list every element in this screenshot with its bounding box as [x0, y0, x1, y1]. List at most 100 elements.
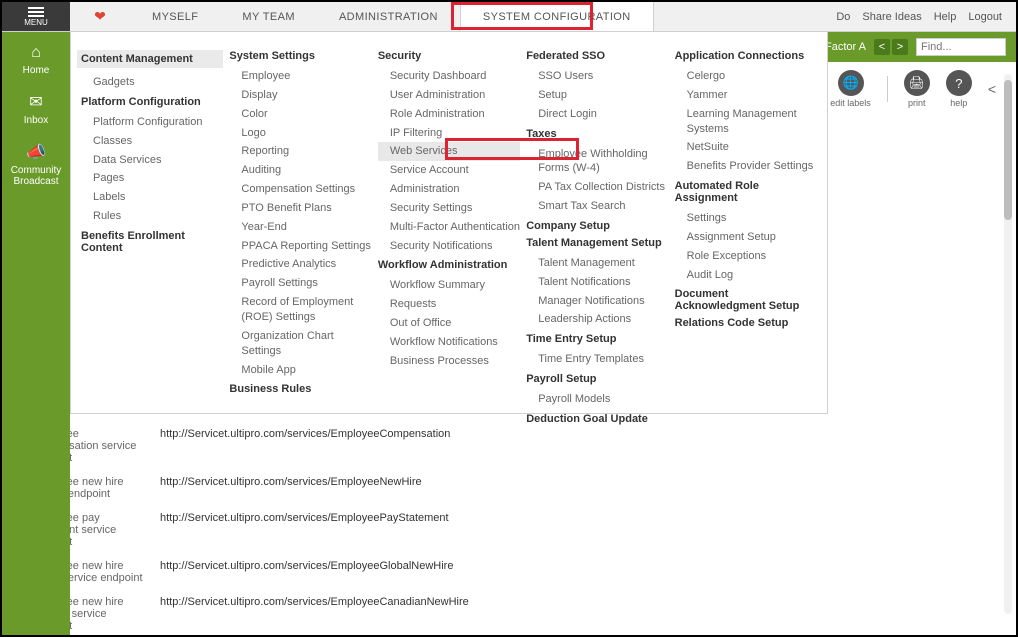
itm-talent-management[interactable]: Talent Management [526, 254, 668, 273]
sidebar-inbox[interactable]: ✉ Inbox [20, 92, 52, 126]
itm-talent-notifications[interactable]: Talent Notifications [526, 273, 668, 292]
itm-security-dashboard[interactable]: Security Dashboard [378, 67, 520, 86]
itm-netsuite[interactable]: NetSuite [675, 138, 817, 157]
print-button[interactable]: 🖨 print [904, 70, 930, 108]
itm-ip-filtering[interactable]: IP Filtering [378, 124, 520, 143]
itm-sso-users[interactable]: SSO Users [526, 67, 668, 86]
itm-platform-configuration[interactable]: Platform Configuration [81, 113, 223, 132]
link-help[interactable]: Help [934, 11, 957, 23]
edit-labels-button[interactable]: 🌐 edit labels [830, 70, 871, 108]
pager-next[interactable]: > [892, 39, 908, 55]
itm-color[interactable]: Color [229, 105, 371, 124]
itm-direct-login[interactable]: Direct Login [526, 105, 668, 124]
grp-content-management[interactable]: Content Management [77, 50, 223, 68]
sidebar-home[interactable]: ⌂ Home [19, 44, 54, 76]
itm-web-services[interactable]: Web Services [378, 142, 520, 161]
itm-administration[interactable]: Administration [378, 180, 520, 199]
grp-taxes[interactable]: Taxes [526, 128, 668, 140]
itm-pa-tax[interactable]: PA Tax Collection Districts [526, 178, 668, 197]
favorites-tab[interactable]: ❤ [70, 2, 130, 31]
grp-security[interactable]: Security [378, 50, 520, 62]
grp-company-setup[interactable]: Company Setup [526, 220, 668, 232]
menu-button[interactable]: MENU [2, 2, 70, 31]
itm-data-services[interactable]: Data Services [81, 151, 223, 170]
itm-smart-tax[interactable]: Smart Tax Search [526, 197, 668, 216]
itm-requests[interactable]: Requests [378, 295, 520, 314]
itm-celergo[interactable]: Celergo [675, 67, 817, 86]
itm-rules[interactable]: Rules [81, 207, 223, 226]
itm-role-administration[interactable]: Role Administration [378, 105, 520, 124]
grp-workflow-admin[interactable]: Workflow Administration [378, 259, 520, 271]
itm-role-exceptions[interactable]: Role Exceptions [675, 247, 817, 266]
grp-deduction-goal[interactable]: Deduction Goal Update [526, 413, 668, 425]
link-share-ideas[interactable]: Share Ideas [862, 11, 921, 23]
itm-auditing[interactable]: Auditing [229, 161, 371, 180]
itm-predictive-analytics[interactable]: Predictive Analytics [229, 255, 371, 274]
itm-security-settings[interactable]: Security Settings [378, 199, 520, 218]
grp-app-connections[interactable]: Application Connections [675, 50, 817, 62]
itm-service-account[interactable]: Service Account [378, 161, 520, 180]
itm-year-end[interactable]: Year-End [229, 218, 371, 237]
grp-benefits-enrollment[interactable]: Benefits Enrollment Content [81, 230, 223, 254]
itm-audit-log[interactable]: Audit Log [675, 266, 817, 285]
itm-pages[interactable]: Pages [81, 169, 223, 188]
itm-user-administration[interactable]: User Administration [378, 86, 520, 105]
itm-reporting[interactable]: Reporting [229, 142, 371, 161]
itm-business-processes[interactable]: Business Processes [378, 352, 520, 371]
itm-pto-plans[interactable]: PTO Benefit Plans [229, 199, 371, 218]
itm-workflow-notifications[interactable]: Workflow Notifications [378, 333, 520, 352]
vertical-scrollbar[interactable] [1004, 74, 1012, 614]
itm-benefits-provider[interactable]: Benefits Provider Settings [675, 157, 817, 176]
itm-logo[interactable]: Logo [229, 124, 371, 143]
itm-mfa[interactable]: Multi-Factor Authentication [378, 218, 520, 237]
itm-assignment-setup[interactable]: Assignment Setup [675, 228, 817, 247]
tab-myself[interactable]: MYSELF [130, 2, 220, 31]
itm-roe-settings[interactable]: Record of Employment (ROE) Settings [229, 293, 371, 327]
grp-platform-configuration[interactable]: Platform Configuration [81, 96, 223, 108]
sidebar-community-broadcast[interactable]: 📣 Community Broadcast [2, 142, 70, 187]
grp-doc-ack-setup[interactable]: Document Acknowledgment Setup [675, 288, 817, 312]
table-row: Employee pay statement service endpointh… [22, 506, 996, 554]
pager-prev[interactable]: < [874, 39, 890, 55]
help-button[interactable]: ? help [946, 70, 972, 108]
itm-compensation-settings[interactable]: Compensation Settings [229, 180, 371, 199]
itm-yammer[interactable]: Yammer [675, 86, 817, 105]
separator [887, 76, 888, 102]
scrollbar-thumb[interactable] [1004, 80, 1012, 220]
tab-administration[interactable]: ADMINISTRATION [317, 2, 460, 31]
itm-out-of-office[interactable]: Out of Office [378, 314, 520, 333]
tab-system-configuration[interactable]: SYSTEM CONFIGURATION [460, 2, 654, 31]
grp-business-rules[interactable]: Business Rules [229, 383, 371, 395]
link-do[interactable]: Do [836, 11, 850, 23]
link-logout[interactable]: Logout [968, 11, 1002, 23]
itm-manager-notifications[interactable]: Manager Notifications [526, 292, 668, 311]
grp-time-entry-setup[interactable]: Time Entry Setup [526, 333, 668, 345]
grp-federated-sso[interactable]: Federated SSO [526, 50, 668, 62]
itm-display[interactable]: Display [229, 86, 371, 105]
grp-system-settings[interactable]: System Settings [229, 50, 371, 62]
itm-gadgets[interactable]: Gadgets [81, 73, 223, 92]
itm-leadership-actions[interactable]: Leadership Actions [526, 310, 668, 329]
itm-employee[interactable]: Employee [229, 67, 371, 86]
itm-settings[interactable]: Settings [675, 209, 817, 228]
grp-auto-role-assign[interactable]: Automated Role Assignment [675, 180, 817, 204]
itm-mobile-app[interactable]: Mobile App [229, 361, 371, 380]
itm-org-chart-settings[interactable]: Organization Chart Settings [229, 327, 371, 361]
itm-classes[interactable]: Classes [81, 132, 223, 151]
itm-ppaca[interactable]: PPACA Reporting Settings [229, 237, 371, 256]
itm-setup[interactable]: Setup [526, 86, 668, 105]
itm-security-notifications[interactable]: Security Notifications [378, 237, 520, 256]
grp-relations-code-setup[interactable]: Relations Code Setup [675, 317, 817, 329]
itm-workflow-summary[interactable]: Workflow Summary [378, 276, 520, 295]
tab-myteam[interactable]: MY TEAM [220, 2, 317, 31]
itm-payroll-settings[interactable]: Payroll Settings [229, 274, 371, 293]
grp-payroll-setup[interactable]: Payroll Setup [526, 373, 668, 385]
itm-time-entry-templates[interactable]: Time Entry Templates [526, 350, 668, 369]
itm-lms[interactable]: Learning Management Systems [675, 105, 817, 139]
grp-talent-mgmt-setup[interactable]: Talent Management Setup [526, 237, 668, 249]
collapse-panel-icon[interactable]: < [988, 81, 996, 97]
itm-payroll-models[interactable]: Payroll Models [526, 390, 668, 409]
itm-w4[interactable]: Employee Withholding Forms (W-4) [526, 145, 668, 179]
itm-labels[interactable]: Labels [81, 188, 223, 207]
find-input[interactable] [916, 38, 1006, 56]
